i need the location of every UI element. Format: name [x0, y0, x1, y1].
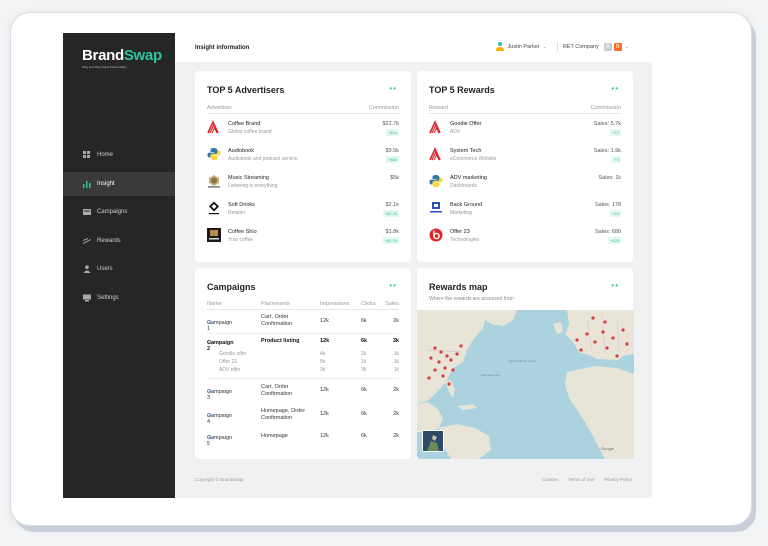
list-item[interactable]: Music Streaming Listening is everything …	[207, 172, 399, 196]
card-title: TOP 5 Rewards	[429, 85, 495, 95]
top-bar: Insight information Justin Parker ⌄ RET …	[175, 33, 652, 62]
table-row-expanded[interactable]: − Campaign 2 Product listing 12k 6k 3k	[207, 334, 399, 352]
page-title: Insight information	[195, 44, 250, 51]
list-item[interactable]: Goodie Offer ADV Sales: 5.7k +12	[429, 118, 621, 142]
table-row[interactable]: + Campaign 1 Cart, Order Confirmation 12k…	[207, 310, 399, 334]
table-header: Reward Commission	[429, 104, 621, 114]
more-options-icon[interactable]: ••	[611, 282, 619, 290]
world-map[interactable]: North Atlantic Ocean Sargasso Sea Google	[417, 310, 634, 459]
divider	[556, 42, 558, 51]
list-item[interactable]: Back Ground Marketing Sales: 178 +15	[429, 199, 621, 223]
map-svg: North Atlantic Ocean Sargasso Sea Google	[417, 310, 634, 459]
list-item[interactable]: Coffee Shio Your coffee $1.8k +$1.2k	[207, 226, 399, 250]
change-badge: +$2.2k	[382, 210, 399, 217]
more-options-icon[interactable]: ••	[389, 282, 397, 290]
sidebar-item-users[interactable]: Users	[63, 257, 175, 281]
user-menu[interactable]: Justin Parker	[508, 44, 540, 50]
campaigns-card: Campaigns •• Name Placements Impressions…	[195, 268, 411, 459]
top-rewards-card: TOP 5 Rewards •• Reward Commission Goodi…	[417, 71, 633, 262]
sub-row: ADV offer 3k 3k 1k	[207, 367, 399, 379]
map-attribution: Google	[601, 446, 615, 451]
map-label-ocean: North Atlantic Ocean	[509, 359, 537, 363]
rewards-icon	[83, 237, 91, 245]
map-label-sea: Sargasso Sea	[481, 373, 500, 377]
more-options-icon[interactable]: ••	[389, 85, 397, 93]
change-badge: +12	[610, 129, 621, 136]
header-controls: Justin Parker ⌄ RET Company A B ⌄	[495, 42, 634, 51]
sub-row: Offer 23 5k 1k 1k	[219, 359, 399, 365]
sidebar-item-home[interactable]: Home	[63, 143, 175, 167]
footer-link-cookies[interactable]: Cookies	[542, 477, 558, 482]
footer-links: Cookies Terms of use Privacy Policy	[542, 477, 632, 482]
card-subtitle: Where the rewards are accessed from	[429, 296, 514, 302]
folder-icon	[83, 208, 91, 216]
card-title: Rewards map	[429, 282, 488, 292]
sidebar-nav: Home Insight Campaigns Rewards Users Set…	[63, 143, 175, 314]
table-row[interactable]: + Campaign 3 Cart, Order Confirmation 12k…	[207, 379, 399, 403]
footer-link-terms[interactable]: Terms of use	[568, 477, 594, 482]
top-advertisers-card: TOP 5 Advertisers •• Advertiser Commissi…	[195, 71, 411, 262]
chevron-down-icon[interactable]: ⌄	[625, 44, 629, 50]
goodie-offer-logo-icon	[429, 120, 441, 134]
table-header: Advertiser Commission	[207, 104, 399, 114]
sidebar-item-campaigns[interactable]: Campaigns	[63, 200, 175, 224]
list-item[interactable]: Offer 23 Technologies Sales: 680 +125	[429, 226, 621, 250]
rewards-map-card: Rewards map •• Where the rewards are acc…	[417, 268, 634, 459]
app-window: BrandSwap Plug and Play brand Partnershi…	[63, 33, 652, 498]
system-tech-logo-icon	[429, 147, 441, 161]
change-badge: +15	[610, 210, 621, 217]
table-header: Name Placements Impressions Clicks Sales	[207, 299, 399, 310]
sidebar-item-settings[interactable]: Settings	[63, 286, 175, 310]
card-title: Campaigns	[207, 282, 256, 292]
coffee-shio-logo-icon	[207, 228, 221, 242]
chart-icon	[83, 180, 91, 188]
brand-logo[interactable]: BrandSwap Plug and Play brand Partnershi…	[82, 47, 162, 69]
satellite-icon	[423, 431, 443, 451]
offer-23-logo-icon	[429, 228, 443, 242]
card-title: TOP 5 Advertisers	[207, 85, 285, 95]
change-badge: +$1.2k	[382, 237, 399, 244]
chevron-down-icon[interactable]: ⌄	[543, 44, 547, 50]
list-item[interactable]: System Tech eCommerce Website Sales: 1.9…	[429, 145, 621, 169]
change-badge: +$1k	[386, 129, 399, 136]
list-item[interactable]: Coffee Brand Global coffee brand $22.7k …	[207, 118, 399, 142]
table-row[interactable]: + Campaign 4 Homepage, Order Confirmation…	[207, 403, 399, 427]
python-logo-icon	[207, 148, 221, 160]
change-badge: +125	[607, 237, 621, 244]
copyright: Copyright © BrandSwap	[195, 477, 244, 482]
satellite-toggle[interactable]	[422, 430, 444, 452]
sidebar-item-rewards[interactable]: Rewards	[63, 229, 175, 253]
back-ground-logo-icon	[430, 202, 442, 213]
more-options-icon[interactable]: ••	[611, 85, 619, 93]
change-badge: +$6k	[386, 156, 399, 163]
sub-row: Goodie offer 4k 2k 1k	[219, 351, 399, 357]
sidebar-item-insight[interactable]: Insight	[63, 171, 175, 196]
brand-tagline: Plug and Play brand Partnerships	[82, 65, 127, 69]
coffee-brand-logo-icon	[207, 120, 219, 134]
list-item[interactable]: Soft Drinks Retailer $2.1k +$2.2k	[207, 199, 399, 223]
python-logo-icon	[429, 175, 443, 187]
campaigns-table: Name Placements Impressions Clicks Sales…	[207, 299, 399, 447]
company-badge-b[interactable]: B	[613, 42, 622, 51]
avatar[interactable]	[495, 42, 504, 51]
table-row[interactable]: + Campaign 5 Homepage 12k 6k 2k	[207, 427, 399, 447]
list-item[interactable]: ADV marketing Dashboards Sales: 1k	[429, 172, 621, 196]
change-badge: +4	[612, 156, 621, 163]
music-streaming-logo-icon	[208, 175, 220, 188]
footer-link-privacy[interactable]: Privacy Policy	[604, 477, 632, 482]
sidebar: BrandSwap Plug and Play brand Partnershi…	[63, 33, 175, 498]
home-icon	[83, 151, 91, 159]
company-name[interactable]: RET Company	[563, 44, 599, 50]
list-item[interactable]: Audiobook Audiobook and podcast service …	[207, 145, 399, 169]
soft-drinks-logo-icon	[209, 201, 219, 215]
user-icon	[83, 265, 91, 273]
settings-icon	[83, 294, 91, 302]
company-badge-a[interactable]: A	[603, 42, 612, 51]
